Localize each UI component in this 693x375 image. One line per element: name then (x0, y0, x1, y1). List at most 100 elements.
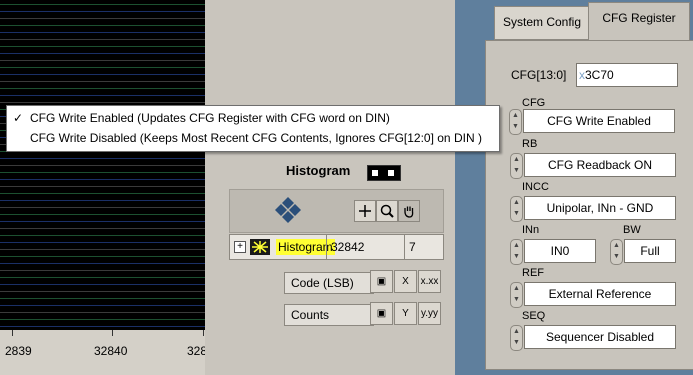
cfg-label: CFG (522, 97, 546, 109)
plot-legend: + Histogram 32842 7 (229, 234, 444, 260)
zoom-icon[interactable] (376, 200, 398, 222)
legend-x-value: 32842 (326, 235, 403, 259)
grid-line (0, 193, 205, 194)
grid-line (0, 32, 205, 33)
cfg-word-value: 3C70 (585, 68, 614, 82)
x-tick (12, 330, 13, 336)
x-autoscale-icon[interactable]: X (394, 270, 417, 293)
y-autoscale-icon[interactable]: Y (394, 302, 417, 325)
grid-line (0, 319, 205, 320)
cfg-word-input[interactable]: x3C70 (576, 63, 678, 87)
histogram-plot-area[interactable] (0, 0, 205, 330)
grid-line (0, 39, 205, 40)
lock-icon[interactable]: ▣ (370, 302, 393, 325)
grid-line (0, 263, 205, 264)
grid-line (0, 53, 205, 54)
grid-line (0, 228, 205, 229)
expand-icon[interactable]: + (234, 241, 246, 253)
x-tick (203, 330, 204, 336)
grid-line (0, 305, 205, 306)
seq-ring[interactable]: Sequencer Disabled (524, 325, 676, 349)
menu-item-cfg-write-disabled[interactable]: CFG Write Disabled (Keeps Most Recent CF… (7, 128, 499, 148)
diamond-navigator-icon[interactable] (274, 196, 302, 224)
seq-increment-icon[interactable]: ▲ ▼ (510, 325, 523, 351)
rb-label: RB (522, 138, 538, 150)
grid-line (0, 165, 205, 166)
grid-line (0, 4, 205, 5)
bw-label: BW (623, 224, 641, 236)
crosshair-icon[interactable] (354, 200, 376, 222)
x-axis: 2839 32840 32841 (0, 330, 230, 375)
seq-label: SEQ (522, 310, 546, 322)
legend-y-value: 7 (404, 235, 444, 259)
incc-ring[interactable]: Unipolar, INn - GND (524, 196, 676, 220)
rb-ring[interactable]: CFG Readback ON (524, 153, 676, 177)
ref-ring[interactable]: External Reference (524, 282, 676, 306)
grid-line (0, 11, 205, 12)
inn-increment-icon[interactable]: ▲ ▼ (510, 239, 523, 265)
grid-line (0, 312, 205, 313)
radix-indicator[interactable]: x (577, 68, 585, 82)
grid-line (0, 25, 205, 26)
tab-cfg-register[interactable]: CFG Register (588, 2, 690, 41)
grid-line (0, 214, 205, 215)
ref-label: REF (522, 267, 544, 279)
checkmark-icon: ✓ (13, 111, 24, 125)
hand-icon[interactable] (398, 200, 420, 222)
bw-ring[interactable]: Full (624, 239, 676, 263)
grid-line (0, 277, 205, 278)
grid-line (0, 88, 205, 89)
grid-line (0, 74, 205, 75)
grid-line (0, 326, 205, 327)
tab-system-config[interactable]: System Config (494, 6, 590, 40)
cfg-word-label: CFG[13:0] (511, 68, 567, 82)
grid-line (0, 172, 205, 173)
grid-line (0, 207, 205, 208)
grid-line (0, 256, 205, 257)
grid-line (0, 95, 205, 96)
plot-legend-swatch[interactable] (367, 165, 401, 181)
grid-line (0, 60, 205, 61)
cfg-ring[interactable]: CFG Write Enabled (523, 109, 675, 133)
y-axis-name: Counts (284, 304, 374, 326)
rb-increment-icon[interactable]: ▲ ▼ (510, 153, 523, 179)
grid-line (0, 270, 205, 271)
inn-label: INn (522, 224, 540, 236)
plot-style-icon[interactable] (250, 239, 270, 255)
bw-increment-icon[interactable]: ▲ ▼ (610, 239, 623, 265)
menu-item-cfg-write-enabled[interactable]: ✓ CFG Write Enabled (Updates CFG Registe… (7, 108, 499, 128)
ref-increment-icon[interactable]: ▲ ▼ (510, 282, 523, 308)
grid-line (0, 242, 205, 243)
grid-line (0, 235, 205, 236)
grid-line (0, 179, 205, 180)
grid-line (0, 249, 205, 250)
grid-line (0, 221, 205, 222)
grid-line (0, 298, 205, 299)
incc-label: INCC (522, 181, 549, 193)
lock-icon[interactable]: ▣ (370, 270, 393, 293)
histogram-title: Histogram (286, 163, 351, 178)
x-tick-label: 2839 (5, 344, 32, 358)
menu-item-label: CFG Write Enabled (Updates CFG Register … (30, 111, 390, 125)
grid-line (0, 291, 205, 292)
incc-increment-icon[interactable]: ▲ ▼ (510, 196, 523, 222)
cfg-register-tab-panel: CFG[13:0] x3C70 CFG RB ▲ ▼ CFG Readback O… (485, 40, 693, 370)
x-format-button[interactable]: x.xx (418, 270, 441, 293)
grid-line (0, 18, 205, 19)
grid-line (0, 200, 205, 201)
grid-line (0, 102, 205, 103)
grid-line (0, 67, 205, 68)
y-format-button[interactable]: y.yy (418, 302, 441, 325)
grid-line (0, 158, 205, 159)
x-tick-label: 32840 (94, 344, 128, 358)
grid-line (0, 46, 205, 47)
tab-strip: System Config CFG Register (480, 0, 693, 41)
cfg-increment-icon[interactable]: ▲ ▼ (509, 109, 522, 135)
grid-line (0, 81, 205, 82)
graph-palette (229, 189, 444, 233)
x-axis-name: Code (LSB) (284, 272, 374, 294)
inn-ring[interactable]: IN0 (524, 239, 596, 263)
menu-item-label: CFG Write Disabled (Keeps Most Recent CF… (30, 131, 482, 145)
cfg-ring-popup-menu: ✓ CFG Write Enabled (Updates CFG Registe… (6, 105, 500, 152)
grid-line (0, 186, 205, 187)
